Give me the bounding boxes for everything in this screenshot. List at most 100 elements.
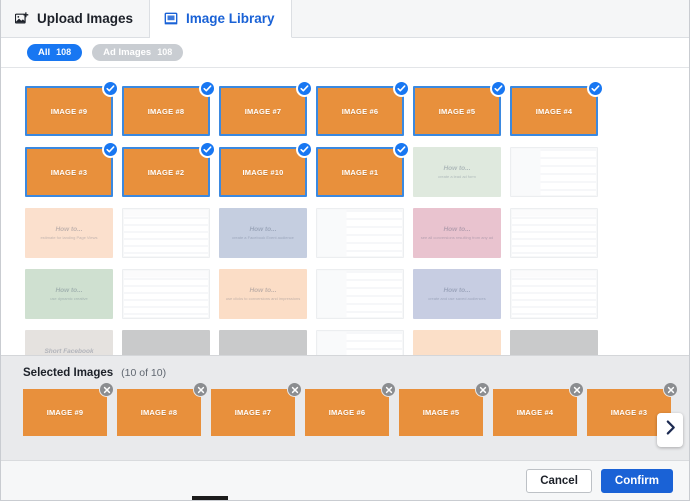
image-thumbnail[interactable] [413, 330, 501, 355]
cancel-button[interactable]: Cancel [526, 468, 592, 493]
image-thumbnail-selected[interactable]: IMAGE #9 [25, 86, 113, 136]
image-grid-cell[interactable] [316, 330, 404, 355]
image-thumbnail[interactable] [510, 269, 598, 319]
selected-image-thumbnail[interactable]: IMAGE #6 [305, 389, 389, 436]
image-thumbnail[interactable] [316, 269, 404, 319]
image-thumbnail[interactable] [219, 330, 307, 355]
image-grid-cell[interactable] [413, 330, 501, 355]
image-thumbnail[interactable] [122, 208, 210, 258]
image-grid-cell[interactable]: IMAGE #4 [510, 80, 604, 136]
image-grid-cell[interactable] [219, 330, 307, 355]
image-thumbnail-selected[interactable]: IMAGE #2 [122, 147, 210, 197]
image-thumbnail-selected[interactable]: IMAGE #1 [316, 147, 404, 197]
selected-image-thumbnail[interactable]: IMAGE #5 [399, 389, 483, 436]
selected-image-item[interactable]: IMAGE #6 [305, 382, 396, 436]
image-grid-cell[interactable] [122, 330, 210, 355]
image-grid-cell[interactable]: How to... create and use saved audiences [413, 269, 501, 319]
image-grid-cell[interactable]: How to... use dynamic creative [25, 269, 113, 319]
image-grid-cell[interactable]: IMAGE #9 [25, 80, 119, 136]
image-thumbnail[interactable]: How to... create a Facebook Event audienc… [219, 208, 307, 258]
image-grid-cell[interactable] [122, 269, 210, 319]
image-grid-cell[interactable]: IMAGE #5 [413, 80, 507, 136]
tab-image-library[interactable]: Image Library [150, 0, 292, 38]
document-preview [511, 148, 597, 196]
selected-image-thumbnail[interactable]: IMAGE #4 [493, 389, 577, 436]
image-grid-cell[interactable] [510, 208, 598, 258]
image-grid-cell[interactable]: IMAGE #3 [25, 141, 119, 197]
remove-image-icon[interactable] [663, 382, 678, 397]
image-grid-cell[interactable]: How to... create a Facebook Event audienc… [219, 208, 307, 258]
image-thumbnail-selected[interactable]: IMAGE #10 [219, 147, 307, 197]
image-thumbnail-selected[interactable]: IMAGE #7 [219, 86, 307, 136]
image-grid-cell[interactable]: How to... use clicks to conversions and i… [219, 269, 307, 319]
image-grid-cell[interactable] [316, 269, 404, 319]
selected-image-thumbnail[interactable]: IMAGE #7 [211, 389, 295, 436]
tray-next-button[interactable] [657, 413, 683, 447]
check-circle-icon[interactable] [587, 80, 604, 97]
image-thumbnail[interactable]: How to... create a lead ad form [413, 147, 501, 197]
image-thumbnail[interactable]: How to... see all conversions resulting f… [413, 208, 501, 258]
image-thumbnail-selected[interactable]: IMAGE #6 [316, 86, 404, 136]
image-thumbnail[interactable] [510, 330, 598, 355]
image-grid-cell[interactable]: How to... see all conversions resulting f… [413, 208, 501, 258]
remove-image-icon[interactable] [99, 382, 114, 397]
image-thumbnail[interactable]: How to... use clicks to conversions and i… [219, 269, 307, 319]
check-circle-icon[interactable] [393, 80, 410, 97]
image-grid-cell[interactable] [510, 269, 598, 319]
image-grid-cell[interactable]: IMAGE #1 [316, 141, 410, 197]
image-grid-cell[interactable] [122, 208, 210, 258]
image-thumbnail[interactable] [510, 147, 598, 197]
image-thumbnail[interactable] [122, 269, 210, 319]
image-thumbnail[interactable] [316, 208, 404, 258]
image-thumbnail-selected[interactable]: IMAGE #5 [413, 86, 501, 136]
image-thumbnail[interactable]: Short Facebookvideo experiment [25, 330, 113, 355]
check-circle-icon[interactable] [199, 141, 216, 158]
check-circle-icon[interactable] [296, 80, 313, 97]
image-thumbnail[interactable] [122, 330, 210, 355]
image-grid-cell[interactable]: IMAGE #6 [316, 80, 410, 136]
image-thumbnail[interactable]: How to... use dynamic creative [25, 269, 113, 319]
selected-image-item[interactable]: IMAGE #7 [211, 382, 302, 436]
check-circle-icon[interactable] [393, 141, 410, 158]
image-thumbnail[interactable]: How to... create and use saved audiences [413, 269, 501, 319]
remove-image-icon[interactable] [381, 382, 396, 397]
check-circle-icon[interactable] [296, 141, 313, 158]
image-grid-cell[interactable]: IMAGE #8 [122, 80, 216, 136]
image-thumbnail[interactable] [316, 330, 404, 355]
selected-image-item[interactable]: IMAGE #4 [493, 382, 584, 436]
remove-image-icon[interactable] [569, 382, 584, 397]
image-grid-cell[interactable]: IMAGE #2 [122, 141, 216, 197]
remove-image-icon[interactable] [287, 382, 302, 397]
filter-pill-all[interactable]: All 108 [27, 44, 83, 61]
check-circle-icon[interactable] [102, 80, 119, 97]
filter-pill-ad-images[interactable]: Ad Images 108 [92, 44, 184, 61]
image-thumbnail[interactable]: How to... estimate for landing Page Views [25, 208, 113, 258]
image-grid-cell[interactable]: How to... estimate for landing Page Views [25, 208, 113, 258]
image-thumbnail[interactable] [510, 208, 598, 258]
image-grid-cell[interactable]: Short Facebookvideo experiment [25, 330, 113, 355]
image-grid-cell[interactable] [316, 208, 404, 258]
image-grid-cell[interactable] [510, 330, 598, 355]
image-grid-cell[interactable] [510, 147, 598, 197]
placeholder-tile [219, 330, 307, 355]
image-thumbnail-selected[interactable]: IMAGE #3 [25, 147, 113, 197]
tab-upload-images[interactable]: Upload Images [1, 0, 151, 37]
chevron-right-icon [664, 420, 677, 440]
image-thumbnail-selected[interactable]: IMAGE #4 [510, 86, 598, 136]
check-circle-icon[interactable] [199, 80, 216, 97]
selected-image-thumbnail[interactable]: IMAGE #9 [23, 389, 107, 436]
image-thumbnail-selected[interactable]: IMAGE #8 [122, 86, 210, 136]
remove-image-icon[interactable] [193, 382, 208, 397]
selected-image-item[interactable]: IMAGE #8 [117, 382, 208, 436]
check-circle-icon[interactable] [102, 141, 119, 158]
image-grid-scroll-area[interactable]: IMAGE #9 IMAGE #8 IMAGE #7 IMAGE #6 IMAGE #5… [1, 68, 689, 355]
image-grid-cell[interactable]: IMAGE #10 [219, 141, 313, 197]
selected-image-item[interactable]: IMAGE #5 [399, 382, 490, 436]
image-grid-cell[interactable]: How to... create a lead ad form [413, 147, 501, 197]
check-circle-icon[interactable] [490, 80, 507, 97]
image-grid-cell[interactable]: IMAGE #7 [219, 80, 313, 136]
remove-image-icon[interactable] [475, 382, 490, 397]
confirm-button[interactable]: Confirm [600, 468, 673, 493]
selected-image-item[interactable]: IMAGE #9 [23, 382, 114, 436]
selected-image-thumbnail[interactable]: IMAGE #8 [117, 389, 201, 436]
